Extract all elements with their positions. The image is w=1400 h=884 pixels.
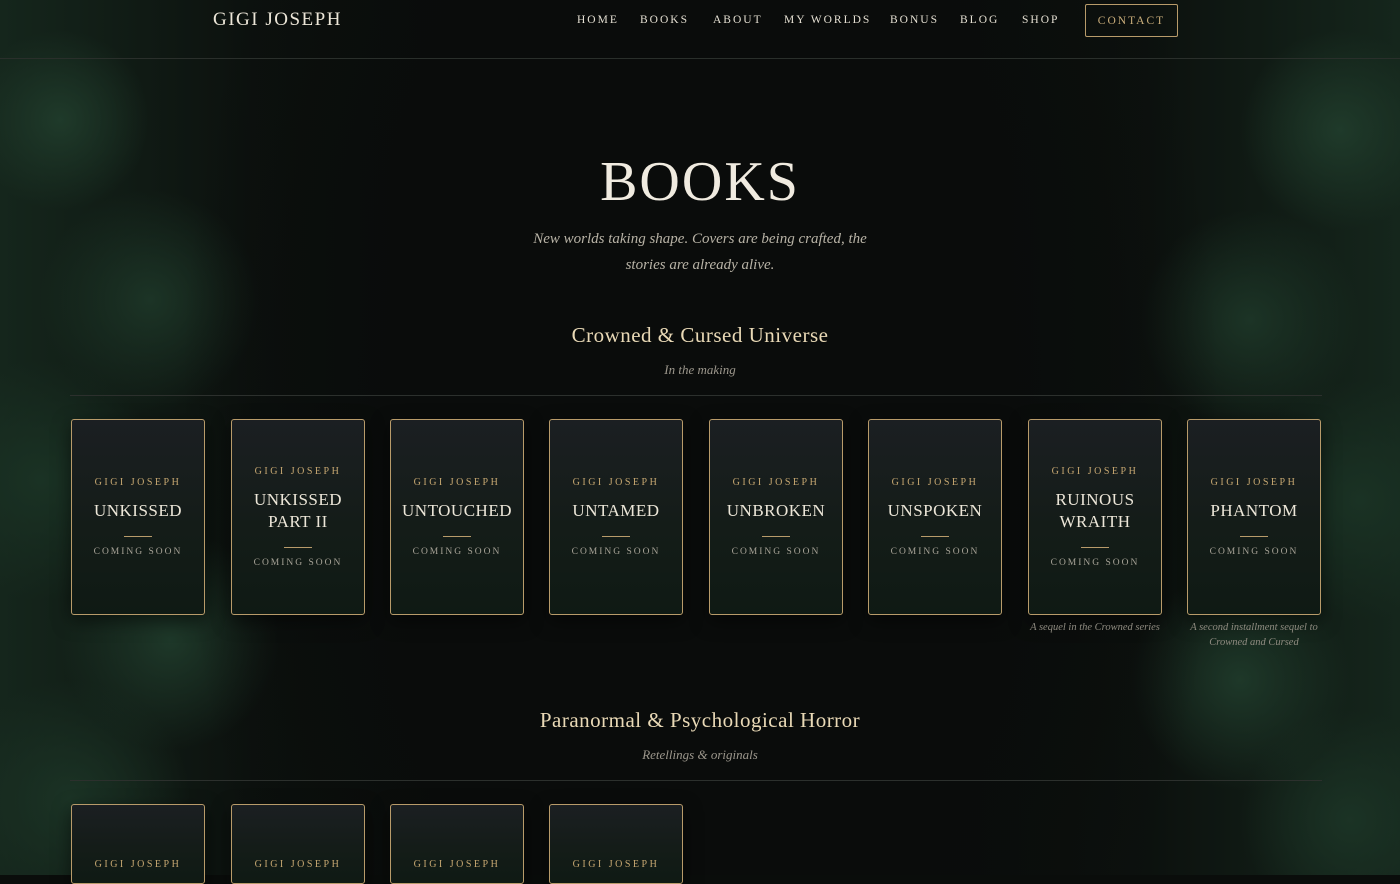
book-status: COMING SOON — [93, 547, 183, 557]
book-divider — [762, 536, 790, 537]
book-author: GIGI JOSEPH — [413, 859, 501, 870]
nav-about[interactable]: ABOUT — [713, 14, 763, 26]
book-author: GIGI JOSEPH — [94, 477, 182, 488]
nav-shop[interactable]: SHOP — [1022, 14, 1059, 26]
book-author: GIGI JOSEPH — [254, 859, 342, 870]
book-status: COMING SOON — [412, 547, 502, 557]
book-card-untouched[interactable]: GIGI JOSEPH UNTOUCHED COMING SOON — [390, 419, 524, 615]
book-card-ruinous-wraith[interactable]: GIGI JOSEPH RUINOUS WRAITH COMING SOON — [1028, 419, 1162, 615]
book-title: PHANTOM — [1210, 501, 1298, 520]
book-title: RUINOUS WRAITH — [1055, 490, 1135, 531]
section-subtitle-crowned-cursed: In the making — [664, 362, 736, 377]
book-title: UNTAMED — [572, 501, 660, 520]
book-author: GIGI JOSEPH — [732, 477, 820, 488]
book-divider — [921, 536, 949, 537]
book-author: GIGI JOSEPH — [254, 466, 342, 477]
book-card-untamed[interactable]: GIGI JOSEPH UNTAMED COMING SOON — [549, 419, 683, 615]
book-title: UNBROKEN — [726, 501, 826, 520]
book-divider — [443, 536, 471, 537]
section-title-crowned-cursed: Crowned & Cursed Universe — [571, 323, 829, 347]
book-card-unkissed[interactable]: GIGI JOSEPH UNKISSED COMING SOON — [71, 419, 205, 615]
book-card-unkissed-part-ii[interactable]: GIGI JOSEPH UNKISSED PART II COMING SOON — [231, 419, 365, 615]
book-title: UNTOUCHED — [402, 501, 512, 520]
book-status: COMING SOON — [731, 547, 821, 557]
book-author: GIGI JOSEPH — [1210, 477, 1298, 488]
section-title-paranormal-horror: Paranormal & Psychological Horror — [539, 708, 861, 732]
nav-books[interactable]: BOOKS — [640, 14, 689, 26]
book-card-phantom[interactable]: GIGI JOSEPH PHANTOM COMING SOON — [1187, 419, 1321, 615]
section-subtitle-paranormal-horror: Retellings & originals — [642, 747, 758, 762]
book-divider — [1081, 547, 1109, 548]
book-status: COMING SOON — [1050, 558, 1140, 568]
nav-home[interactable]: HOME — [577, 14, 619, 26]
book-card-horror-4[interactable]: GIGI JOSEPH — [549, 804, 683, 884]
contact-button[interactable]: CONTACT — [1085, 4, 1178, 37]
section-divider — [70, 395, 1322, 396]
book-divider — [602, 536, 630, 537]
book-card-horror-3[interactable]: GIGI JOSEPH — [390, 804, 524, 884]
site-logo[interactable]: GIGI JOSEPH — [213, 9, 342, 31]
book-card-unspoken[interactable]: GIGI JOSEPH UNSPOKEN COMING SOON — [868, 419, 1002, 615]
book-note-ruinous-wraith: A sequel in the Crowned series — [1030, 622, 1160, 633]
book-author: GIGI JOSEPH — [572, 859, 660, 870]
book-divider — [124, 536, 152, 537]
main-content: BOOKS New worlds taking shape. Covers ar… — [0, 0, 1400, 884]
book-author: GIGI JOSEPH — [94, 859, 182, 870]
book-status: COMING SOON — [253, 558, 343, 568]
book-divider — [284, 547, 312, 548]
book-card-horror-1[interactable]: GIGI JOSEPH — [71, 804, 205, 884]
book-title: UNKISSED — [93, 501, 183, 520]
book-status: COMING SOON — [571, 547, 661, 557]
book-divider — [1240, 536, 1268, 537]
page-title: BOOKS — [600, 151, 800, 213]
nav-blog[interactable]: BLOG — [960, 14, 999, 26]
book-author: GIGI JOSEPH — [1051, 466, 1139, 477]
book-author: GIGI JOSEPH — [891, 477, 979, 488]
book-status: COMING SOON — [1209, 547, 1299, 557]
site-header: GIGI JOSEPH HOME BOOKS ABOUT MY WORLDS B… — [0, 0, 1400, 59]
book-card-unbroken[interactable]: GIGI JOSEPH UNBROKEN COMING SOON — [709, 419, 843, 615]
page-subtitle: New worlds taking shape. Covers are bein… — [533, 231, 867, 273]
book-note-phantom: A second installment sequel to Crowned a… — [1190, 622, 1318, 648]
section-divider — [70, 780, 1322, 781]
book-card-horror-2[interactable]: GIGI JOSEPH — [231, 804, 365, 884]
book-author: GIGI JOSEPH — [413, 477, 501, 488]
book-title: UNKISSED PART II — [253, 490, 343, 531]
book-author: GIGI JOSEPH — [572, 477, 660, 488]
book-title: UNSPOKEN — [887, 501, 983, 520]
nav-my-worlds[interactable]: MY WORLDS — [784, 14, 871, 26]
book-status: COMING SOON — [890, 547, 980, 557]
nav-bonus[interactable]: BONUS — [890, 14, 939, 26]
